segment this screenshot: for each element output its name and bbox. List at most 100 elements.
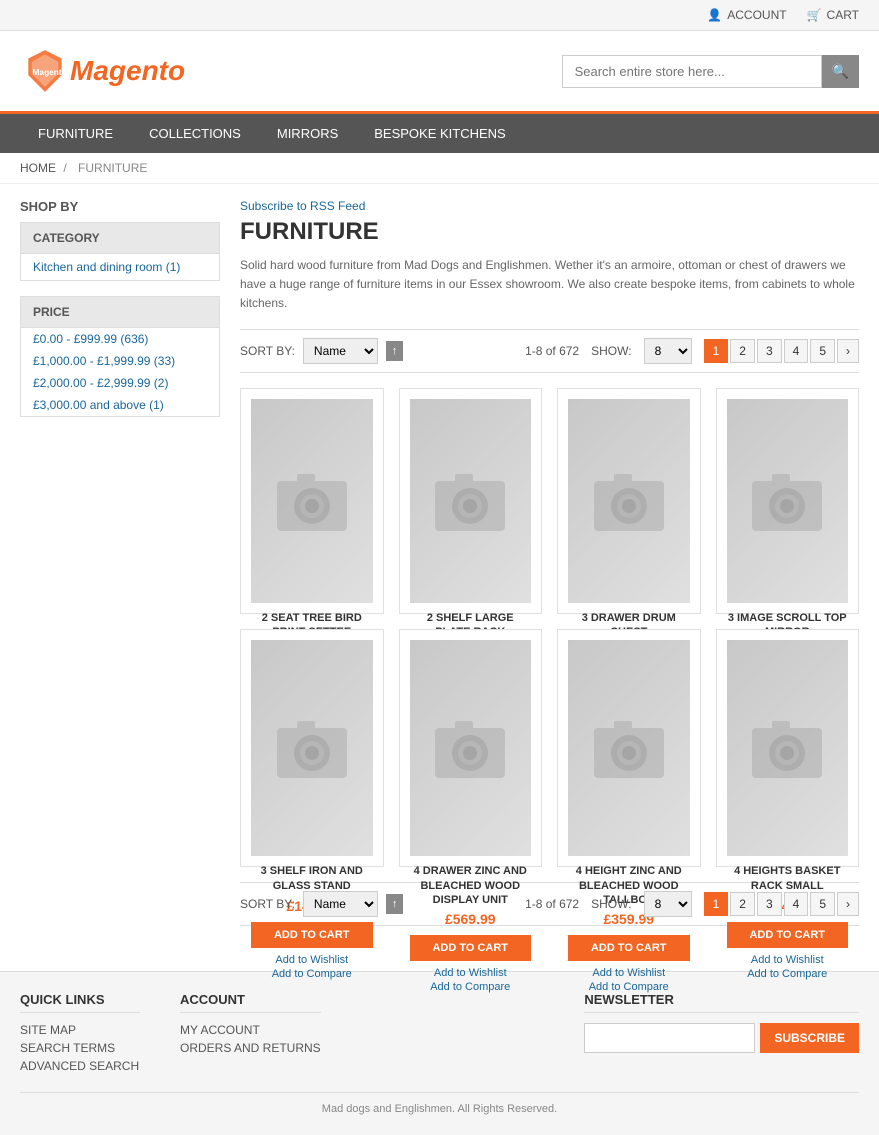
bottom-page-btn-4[interactable]: 4 <box>784 892 809 916</box>
product-image-2[interactable] <box>410 399 532 603</box>
page-btn-2[interactable]: 2 <box>730 339 755 363</box>
product-image-4[interactable] <box>727 399 849 603</box>
page-title: FURNITURE <box>240 218 859 246</box>
wishlist-link-8[interactable]: Add to Wishlist <box>727 954 849 966</box>
product-grid: 2 SEAT TREE BIRD PRINT SETTEE £589.99 AD… <box>240 388 859 868</box>
footer-link-my-account[interactable]: MY ACCOUNT <box>180 1023 321 1037</box>
category-count: (1) <box>166 260 181 274</box>
add-to-cart-btn-8[interactable]: ADD TO CART <box>727 922 849 948</box>
product-img-svg-7 <box>589 708 669 788</box>
product-image-8[interactable] <box>727 640 849 857</box>
logo-svg: Magento <box>20 46 70 96</box>
footer: QUICK LINKS SITE MAP SEARCH TERMS ADVANC… <box>0 971 879 1135</box>
price-filter-2[interactable]: £1,000.00 - £1,999.99 (33) <box>21 350 219 372</box>
page-next-btn[interactable]: › <box>837 339 859 363</box>
main-content: SHOP BY CATEGORY Kitchen and dining room… <box>0 184 879 971</box>
category-section: CATEGORY Kitchen and dining room (1) <box>20 222 220 281</box>
product-card-5: 3 SHELF IRON AND GLASS STAND £149.99 ADD… <box>240 629 384 868</box>
footer-copyright: Mad dogs and Englishmen. All Rights Rese… <box>20 1092 859 1115</box>
product-image-3[interactable] <box>568 399 690 603</box>
add-to-cart-btn-7[interactable]: ADD TO CART <box>568 935 690 961</box>
sidebar-category-item[interactable]: Kitchen and dining room (1) <box>21 254 219 280</box>
bottom-sort-by-label: SORT BY: <box>240 897 295 911</box>
breadcrumb-home[interactable]: HOME <box>20 161 56 175</box>
bottom-page-next-btn[interactable]: › <box>837 892 859 916</box>
price-filter-3[interactable]: £2,000.00 - £2,999.99 (2) <box>21 372 219 394</box>
price-link-1[interactable]: £0.00 - £999.99 (636) <box>33 332 148 346</box>
footer-columns: QUICK LINKS SITE MAP SEARCH TERMS ADVANC… <box>20 992 859 1077</box>
bottom-page-info: 1-8 of 672 <box>525 897 579 911</box>
bottom-page-btn-5[interactable]: 5 <box>810 892 835 916</box>
page-btn-4[interactable]: 4 <box>784 339 809 363</box>
sort-select[interactable]: Name Price Newest <box>303 338 378 364</box>
nav-item-furniture[interactable]: FURNITURE <box>20 114 131 153</box>
price-filter-1[interactable]: £0.00 - £999.99 (636) <box>21 328 219 350</box>
account-label: ACCOUNT <box>727 8 786 22</box>
page-btn-5[interactable]: 5 <box>810 339 835 363</box>
wishlist-link-7[interactable]: Add to Wishlist <box>568 967 690 979</box>
sort-direction-button[interactable]: ↑ <box>386 341 404 361</box>
cart-link[interactable]: 🛒 CART <box>807 8 859 22</box>
nav-item-collections[interactable]: COLLECTIONS <box>131 114 259 153</box>
bottom-pagination: 1 2 3 4 5 › <box>704 892 859 916</box>
subscribe-button[interactable]: SUBSCRIBE <box>760 1023 859 1053</box>
wishlist-link-6[interactable]: Add to Wishlist <box>410 967 532 979</box>
top-toolbar: SORT BY: Name Price Newest ↑ 1-8 of 672 … <box>240 329 859 373</box>
footer-link-sitemap[interactable]: SITE MAP <box>20 1023 140 1037</box>
compare-link-8[interactable]: Add to Compare <box>727 968 849 980</box>
nav-item-bespoke-kitchens[interactable]: BESPOKE KITCHENS <box>356 114 523 153</box>
product-image-6[interactable] <box>410 640 532 857</box>
newsletter-input[interactable] <box>584 1023 755 1053</box>
rss-link[interactable]: Subscribe to RSS Feed <box>240 199 859 213</box>
bottom-sort-controls: SORT BY: Name Price Newest ↑ <box>240 891 403 917</box>
bottom-page-btn-1[interactable]: 1 <box>704 892 729 916</box>
product-name-8: 4 HEIGHTS BASKET RACK SMALL <box>727 864 849 894</box>
product-card-4: 3 IMAGE SCROLL TOP MIRROR £179.99 ADD TO… <box>716 388 860 614</box>
footer-account: ACCOUNT MY ACCOUNT ORDERS AND RETURNS <box>180 992 321 1077</box>
category-link[interactable]: Kitchen and dining room (1) <box>33 260 180 274</box>
add-to-cart-btn-5[interactable]: ADD TO CART <box>251 922 373 948</box>
bottom-page-btn-3[interactable]: 3 <box>757 892 782 916</box>
pagination: 1 2 3 4 5 › <box>704 339 859 363</box>
product-img-svg-8 <box>747 708 827 788</box>
product-img-svg-4 <box>747 461 827 541</box>
product-card-6: 4 DRAWER ZINC AND BLEACHED WOOD DISPLAY … <box>399 629 543 868</box>
price-filter-4[interactable]: £3,000.00 and above (1) <box>21 394 219 416</box>
price-link-4[interactable]: £3,000.00 and above (1) <box>33 398 164 412</box>
wishlist-link-5[interactable]: Add to Wishlist <box>251 954 373 966</box>
price-link-3[interactable]: £2,000.00 - £2,999.99 (2) <box>33 376 168 390</box>
shop-by-title: SHOP BY <box>20 199 220 214</box>
price-link-2[interactable]: £1,000.00 - £1,999.99 (33) <box>33 354 175 368</box>
footer-quick-links: QUICK LINKS SITE MAP SEARCH TERMS ADVANC… <box>20 992 140 1077</box>
logo[interactable]: Magento Magento <box>20 46 185 96</box>
footer-link-search-terms[interactable]: SEARCH TERMS <box>20 1041 140 1055</box>
bottom-sort-select[interactable]: Name Price Newest <box>303 891 378 917</box>
footer-link-orders-returns[interactable]: ORDERS AND RETURNS <box>180 1041 321 1055</box>
footer-link-advanced-search[interactable]: ADVANCED SEARCH <box>20 1059 140 1073</box>
product-image-5[interactable] <box>251 640 373 857</box>
svg-text:Magento: Magento <box>33 67 67 77</box>
bottom-show-select[interactable]: 8 16 24 <box>644 891 692 917</box>
bottom-page-btn-2[interactable]: 2 <box>730 892 755 916</box>
main-nav: FURNITURE COLLECTIONS MIRRORS BESPOKE KI… <box>0 114 879 153</box>
page-btn-1[interactable]: 1 <box>704 339 729 363</box>
compare-link-5[interactable]: Add to Compare <box>251 968 373 980</box>
nav-item-mirrors[interactable]: MIRRORS <box>259 114 356 153</box>
search-input[interactable] <box>562 55 822 88</box>
account-title: ACCOUNT <box>180 992 321 1013</box>
account-link[interactable]: 👤 ACCOUNT <box>707 8 786 22</box>
search-button[interactable]: 🔍 <box>822 55 859 88</box>
product-card-2: 2 SHELF LARGE PLATE RACK £209.99 ADD TO … <box>399 388 543 614</box>
product-image-7[interactable] <box>568 640 690 857</box>
bottom-sort-direction-button[interactable]: ↑ <box>386 894 404 914</box>
newsletter-form: SUBSCRIBE <box>584 1023 859 1053</box>
header: Magento Magento 🔍 <box>0 31 879 114</box>
add-to-cart-btn-6[interactable]: ADD TO CART <box>410 935 532 961</box>
show-select[interactable]: 8 16 24 <box>644 338 692 364</box>
account-icon: 👤 <box>707 8 722 22</box>
product-img-svg-2 <box>430 461 510 541</box>
page-btn-3[interactable]: 3 <box>757 339 782 363</box>
product-links-6: Add to Wishlist Add to Compare <box>410 967 532 993</box>
product-image-1[interactable] <box>251 399 373 603</box>
product-img-svg-3 <box>589 461 669 541</box>
